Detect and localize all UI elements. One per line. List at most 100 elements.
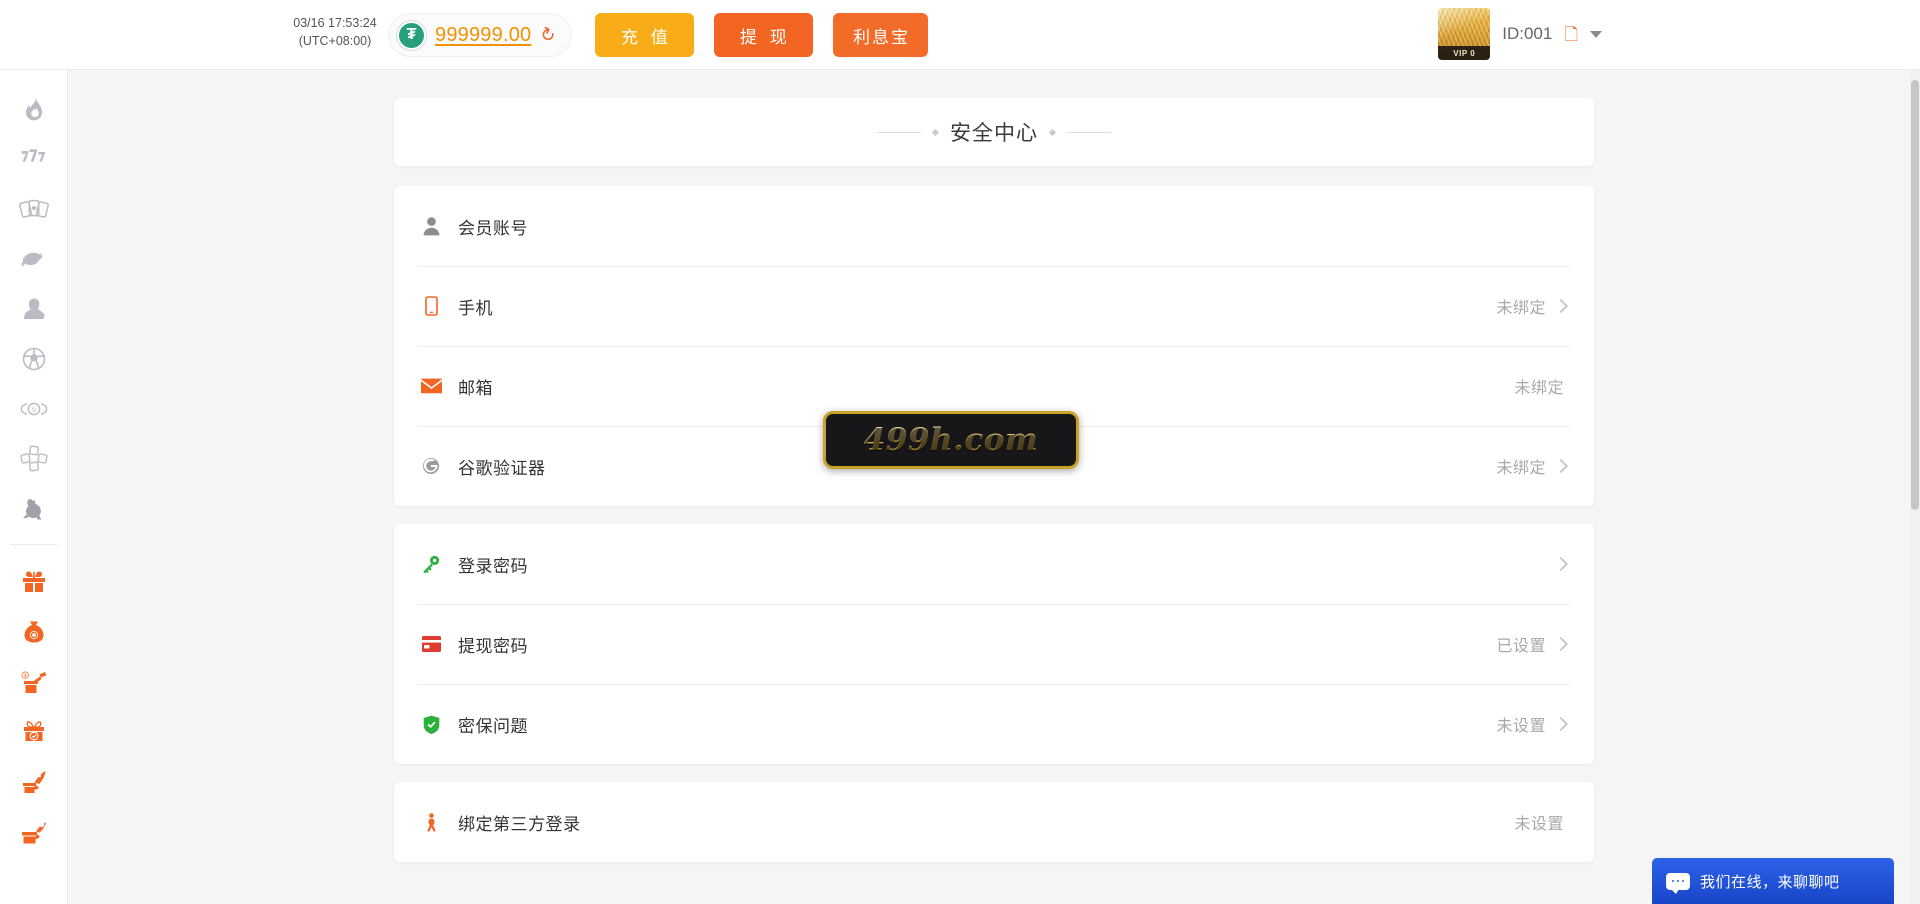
sidebar-item-checkin[interactable]: [0, 707, 67, 757]
user-id-label: ID:001: [1502, 24, 1553, 43]
withdraw-button[interactable]: 提 现: [714, 13, 813, 57]
page-scrollbar-thumb[interactable]: [1911, 80, 1919, 510]
row-label: 会员账号: [458, 218, 528, 238]
page-title-text: 安全中心: [950, 122, 1038, 145]
row-member-account[interactable]: 会员账号: [394, 186, 1594, 266]
sidebar-item-slots[interactable]: [0, 134, 67, 184]
lottery-ball-icon: 9: [19, 398, 49, 420]
title-line-left: [877, 131, 921, 133]
google-auth-icon: [418, 457, 444, 475]
slot-777-icon: [20, 146, 48, 172]
rooster-icon: [21, 496, 47, 522]
balance-amount[interactable]: 999999.00: [435, 24, 531, 47]
title-dot-left: [931, 128, 940, 136]
interest-treasure-button[interactable]: 利息宝: [833, 13, 928, 57]
sidebar-item-cockfight[interactable]: [0, 484, 67, 534]
playing-cards-icon: [18, 197, 49, 221]
row-label: 密保问题: [458, 716, 528, 736]
credit-card-icon: [418, 636, 444, 652]
refresh-icon[interactable]: ↻: [537, 23, 560, 48]
gift-box-icon: [21, 569, 47, 595]
datetime-date: 03/16 17:53:24: [293, 16, 377, 30]
sidebar-item-live[interactable]: [0, 284, 67, 334]
flame-icon: [21, 96, 47, 122]
gift-money-icon: $: [20, 669, 48, 695]
row-label: 邮箱: [458, 378, 493, 398]
row-right: [1546, 556, 1570, 572]
server-datetime: 03/16 17:53:24 (UTC+08:00): [275, 14, 395, 50]
title-dot-right: [1048, 128, 1057, 136]
chat-bubble-icon: [1666, 872, 1690, 894]
left-sidebar: 9 $: [0, 70, 68, 904]
status-badge: 未绑定: [1496, 460, 1546, 477]
row-right: 已设置: [1496, 632, 1570, 656]
row-label: 谷歌验证器: [458, 458, 546, 478]
row-label: 绑定第三方登录: [458, 814, 581, 834]
status-badge: 已设置: [1496, 638, 1546, 655]
third-party-icon: [418, 812, 444, 832]
page-title-card: 安全中心: [394, 98, 1594, 166]
chevron-right-icon[interactable]: [1553, 716, 1569, 732]
user-icon: [418, 216, 444, 236]
shield-check-icon: [418, 715, 444, 734]
sidebar-item-sports[interactable]: [0, 334, 67, 384]
key-icon: [418, 555, 444, 573]
sidebar-item-dice[interactable]: [0, 434, 67, 484]
row-right: 未设置: [1514, 810, 1570, 834]
sidebar-item-lottery[interactable]: 9: [0, 384, 67, 434]
live-chat-widget[interactable]: 我们在线，来聊聊吧: [1652, 858, 1894, 904]
main-content: 安全中心 会员账号 手机 未绑定 邮箱 未绑定 谷歌验证器 未绑定 登录密码 提…: [68, 70, 1920, 904]
chevron-down-icon[interactable]: [1590, 30, 1602, 38]
share-gift-icon: [20, 819, 48, 845]
usdt-coin-icon: ₮: [397, 20, 426, 50]
sidebar-item-fishing[interactable]: [0, 234, 67, 284]
chevron-right-icon[interactable]: [1553, 458, 1569, 474]
datetime-timezone: (UTC+08:00): [298, 34, 372, 49]
row-right: 未绑定: [1496, 294, 1570, 318]
watermark-text: 499h.com: [863, 422, 1039, 458]
row-withdraw-password[interactable]: 提现密码 已设置: [394, 604, 1594, 684]
sidebar-item-cards[interactable]: [0, 184, 67, 234]
site-watermark: 499h.com: [823, 411, 1079, 469]
svg-text:9: 9: [31, 405, 35, 414]
sidebar-item-hot[interactable]: [0, 84, 67, 134]
row-right: 未绑定: [1514, 374, 1570, 398]
status-badge: 未绑定: [1514, 380, 1564, 397]
sidebar-item-gift[interactable]: [0, 557, 67, 607]
status-badge: 未绑定: [1496, 300, 1546, 317]
recharge-button[interactable]: 充 值: [595, 13, 694, 57]
row-bind-third-party[interactable]: 绑定第三方登录 未设置: [394, 782, 1594, 862]
money-bag-icon: [21, 619, 47, 645]
rocket-gift-icon: [20, 769, 48, 795]
sidebar-divider: [10, 544, 57, 545]
status-badge: 未设置: [1496, 718, 1546, 735]
phone-icon: [418, 296, 444, 316]
password-security-card: 登录密码 提现密码 已设置 密保问题 未设置: [394, 524, 1594, 764]
row-phone[interactable]: 手机 未绑定: [394, 266, 1594, 346]
row-label: 登录密码: [458, 556, 528, 576]
chevron-right-icon[interactable]: [1553, 556, 1569, 572]
sidebar-item-bonus[interactable]: $: [0, 657, 67, 707]
live-dealer-icon: [22, 296, 46, 322]
row-right: 未设置: [1496, 712, 1570, 736]
status-badge: 未设置: [1514, 816, 1564, 833]
chevron-right-icon[interactable]: [1553, 298, 1569, 314]
title-line-right: [1067, 131, 1111, 133]
row-security-question[interactable]: 密保问题 未设置: [394, 684, 1594, 764]
chevron-right-icon[interactable]: [1553, 636, 1569, 652]
gift-check-icon: [21, 719, 47, 745]
row-label: 提现密码: [458, 636, 528, 656]
row-right: 未绑定: [1496, 454, 1570, 478]
fish-icon: [20, 247, 48, 271]
chat-label: 我们在线，来聊聊吧: [1700, 873, 1840, 891]
sidebar-item-money-bag[interactable]: [0, 607, 67, 657]
sidebar-item-rocket-gift[interactable]: [0, 757, 67, 807]
sidebar-item-share-gift[interactable]: [0, 807, 67, 857]
row-login-password[interactable]: 登录密码: [394, 524, 1594, 604]
user-menu[interactable]: VIP 0 ID:001 🗋: [1438, 8, 1602, 60]
envelope-icon: [418, 378, 444, 394]
copy-icon[interactable]: 🗋: [1564, 26, 1578, 43]
balance-pill[interactable]: ₮ 999999.00 ↻: [388, 13, 573, 57]
avatar[interactable]: VIP 0: [1438, 8, 1491, 60]
soccer-ball-icon: [21, 346, 47, 372]
